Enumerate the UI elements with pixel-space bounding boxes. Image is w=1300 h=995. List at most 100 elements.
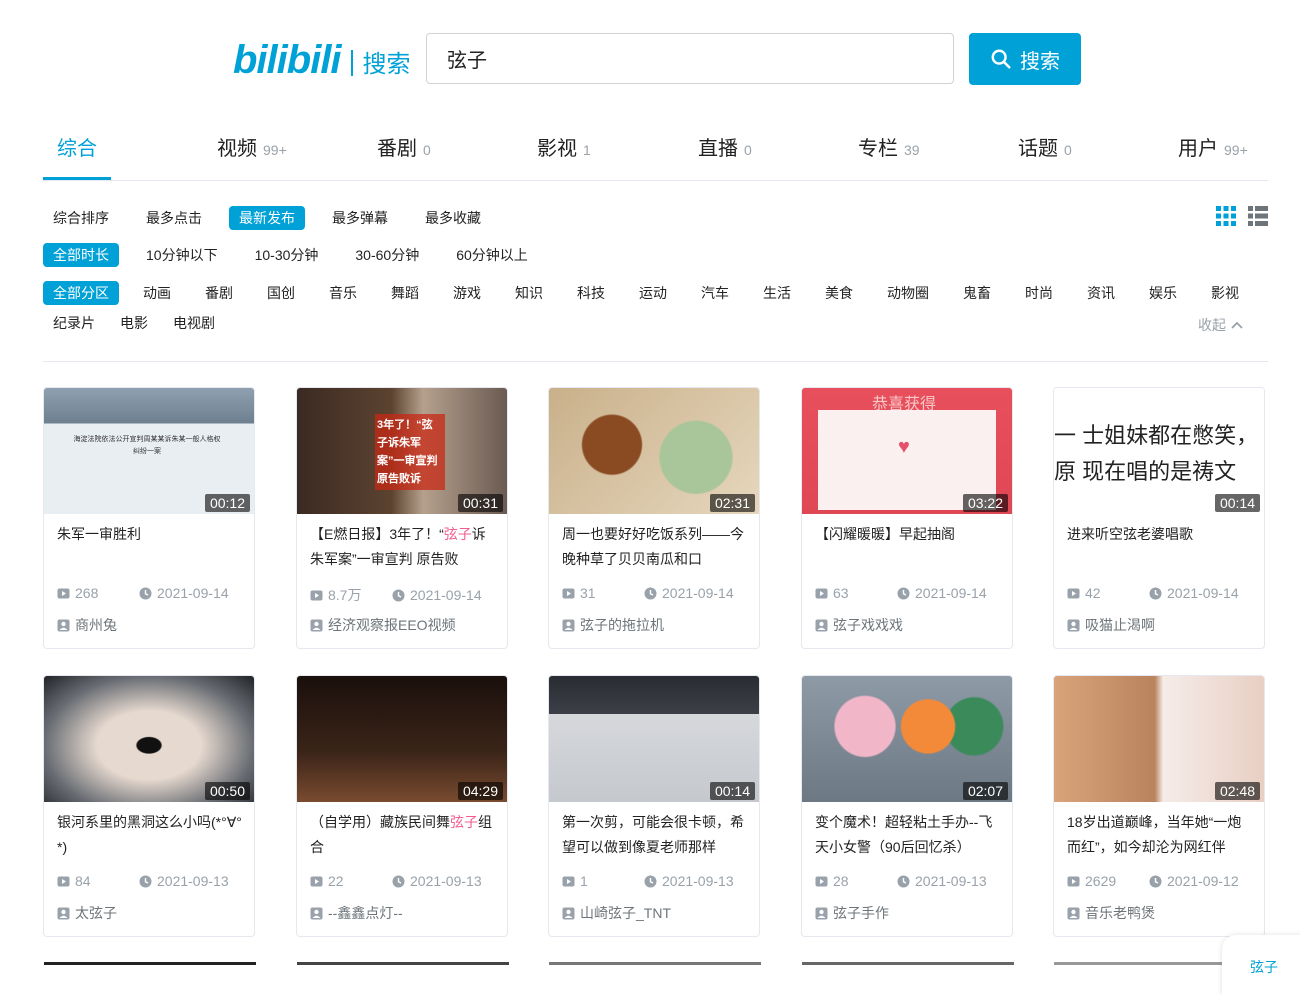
tab-topic[interactable]: 话题 0 (1018, 132, 1072, 161)
sort-option[interactable]: 最多弹幕 (322, 206, 398, 230)
uploader-link[interactable]: --鑫鑫点灯-- (310, 903, 403, 923)
video-card[interactable]: 02:31 周一也要好好吃饭系列——今晚种草了贝贝南瓜和口 31 2021-09-14… (548, 387, 760, 649)
bilibili-logo[interactable]: bilibili 搜索 (233, 40, 411, 80)
video-title[interactable]: 变个魔术！超轻粘土手办--飞天小女警（90后回忆杀） (815, 810, 1001, 860)
uploader-icon (57, 907, 70, 919)
list-view-icon (1248, 206, 1268, 226)
search-button[interactable]: 搜索 (969, 33, 1081, 85)
sort-option[interactable]: 最多收藏 (415, 206, 491, 230)
category-option[interactable]: 音乐 (319, 281, 367, 305)
floating-search-panel[interactable]: 弦子 (1222, 935, 1300, 995)
list-view-button[interactable] (1247, 205, 1269, 227)
video-card[interactable]: 海淀法院依法公开宣判周某某诉朱某一般人格权纠纷一案 00:12 朱军一审胜利 268 2… (43, 387, 255, 649)
play-count-icon (815, 588, 828, 598)
category-option[interactable]: 科技 (567, 281, 615, 305)
category-option[interactable]: 娱乐 (1139, 281, 1187, 305)
tab-all[interactable]: 综合 (57, 132, 97, 161)
video-card[interactable]: 一 士姐妹都在憋笑，原 现在唱的是祷文 00:14 进来听空弦老婆唱歌 42 2021-… (1053, 387, 1265, 649)
video-card[interactable]: 00:14 第一次剪，可能会很卡顿，希望可以做到像夏老师那样 1 2021-09-13… (548, 675, 760, 937)
video-thumbnail[interactable]: 恭喜获得 ♥ 03:22 (802, 388, 1012, 514)
video-title[interactable]: 【闪耀暖暖】早起抽阁 (815, 522, 1001, 547)
video-title[interactable]: 第一次剪，可能会很卡顿，希望可以做到像夏老师那样 (562, 810, 748, 860)
category-option-selected[interactable]: 全部分区 (43, 281, 119, 305)
uploader-link[interactable]: 太弦子 (57, 903, 117, 923)
video-title[interactable]: 进来听空弦老婆唱歌 (1067, 522, 1253, 547)
duration-badge: 03:22 (962, 494, 1008, 512)
uploader-icon (815, 619, 828, 631)
duration-option[interactable]: 30-60分钟 (345, 243, 429, 267)
search-input[interactable] (426, 33, 954, 84)
uploader-link[interactable]: 弦子手作 (815, 903, 889, 923)
category-option[interactable]: 动物圈 (877, 281, 939, 305)
category-option[interactable]: 运动 (629, 281, 677, 305)
upload-date: 2021-09-14 (662, 585, 734, 601)
video-card[interactable]: 02:07 变个魔术！超轻粘土手办--飞天小女警（90后回忆杀） 28 2021-09… (801, 675, 1013, 937)
category-option[interactable]: 电影 (110, 311, 158, 335)
category-option[interactable]: 电视剧 (163, 311, 225, 335)
category-option[interactable]: 国创 (257, 281, 305, 305)
category-option[interactable]: 资讯 (1077, 281, 1125, 305)
video-card[interactable]: 恭喜获得 ♥ 03:22 【闪耀暖暖】早起抽阁 63 2021-09-14 弦子戏戏戏 (801, 387, 1013, 649)
video-title[interactable]: 周一也要好好吃饭系列——今晚种草了贝贝南瓜和口 (562, 522, 748, 572)
uploader-name: 弦子的拖拉机 (580, 617, 664, 633)
video-card[interactable]: 3年了！“弦子诉朱军案”一审宣判 原告败诉 00:31 【E燃日报】3年了！“弦子诉… (296, 387, 508, 649)
uploader-link[interactable]: 音乐老鸭煲 (1067, 903, 1155, 923)
collapse-button[interactable]: 收起 (1198, 315, 1244, 335)
sort-option[interactable]: 综合排序 (43, 206, 119, 230)
video-card[interactable]: 04:29 （自学用）藏族民间舞弦子组合 22 2021-09-13 --鑫鑫点灯-- (296, 675, 508, 937)
uploader-link[interactable]: 经济观察报EEO视频 (310, 615, 456, 635)
category-option[interactable]: 知识 (505, 281, 553, 305)
uploader-link[interactable]: 山崎弦子_TNT (562, 903, 671, 923)
grid-view-button[interactable] (1215, 205, 1237, 227)
category-option[interactable]: 番剧 (195, 281, 243, 305)
video-title-text: 朱军一审胜利 (57, 526, 141, 542)
category-option[interactable]: 动画 (133, 281, 181, 305)
video-card[interactable]: 00:50 银河系里的黑洞这么小吗(*°∀°*) 84 2021-09-13 太弦子 (43, 675, 255, 937)
video-stats: 42 2021-09-14 (1067, 585, 1239, 601)
video-stats: 268 2021-09-14 (57, 585, 229, 601)
tab-article[interactable]: 专栏 39 (858, 132, 920, 161)
uploader-link[interactable]: 吸猫止渴啊 (1067, 615, 1155, 635)
uploader-name: 山崎弦子_TNT (580, 905, 671, 921)
video-title[interactable]: 朱军一审胜利 (57, 522, 243, 547)
video-card[interactable]: 02:48 18岁出道巅峰，当年她“一炮而红”，如今却沦为网红伴 2629 2021-… (1053, 675, 1265, 937)
category-option[interactable]: 生活 (753, 281, 801, 305)
duration-option[interactable]: 10分钟以下 (136, 243, 228, 267)
category-option[interactable]: 美食 (815, 281, 863, 305)
category-option[interactable]: 鬼畜 (953, 281, 1001, 305)
uploader-link[interactable]: 弦子戏戏戏 (815, 615, 903, 635)
video-title[interactable]: 【E燃日报】3年了！“弦子诉朱军案”一审宣判 原告败 (310, 522, 496, 572)
video-title[interactable]: （自学用）藏族民间舞弦子组合 (310, 810, 496, 860)
video-thumbnail[interactable]: 00:50 (44, 676, 254, 802)
video-thumbnail[interactable]: 一 士姐妹都在憋笑，原 现在唱的是祷文 00:14 (1054, 388, 1264, 514)
video-thumbnail[interactable]: 02:48 (1054, 676, 1264, 802)
sort-option-selected[interactable]: 最新发布 (229, 206, 305, 230)
tab-video[interactable]: 视频 99+ (217, 132, 287, 161)
tab-film[interactable]: 影视 1 (537, 132, 591, 161)
tab-count: 99+ (263, 142, 287, 158)
uploader-link[interactable]: 商州兔 (57, 615, 117, 635)
video-thumbnail[interactable]: 3年了！“弦子诉朱军案”一审宣判 原告败诉 00:31 (297, 388, 507, 514)
video-thumbnail[interactable]: 02:07 (802, 676, 1012, 802)
category-option[interactable]: 时尚 (1015, 281, 1063, 305)
uploader-link[interactable]: 弦子的拖拉机 (562, 615, 664, 635)
category-option[interactable]: 舞蹈 (381, 281, 429, 305)
tab-live[interactable]: 直播 0 (698, 132, 752, 161)
video-title[interactable]: 银河系里的黑洞这么小吗(*°∀°*) (57, 810, 243, 860)
category-option[interactable]: 影视 (1201, 281, 1249, 305)
duration-option[interactable]: 60分钟以上 (446, 243, 538, 267)
duration-option-selected[interactable]: 全部时长 (43, 243, 119, 267)
category-option[interactable]: 纪录片 (43, 311, 105, 335)
video-thumbnail[interactable]: 04:29 (297, 676, 507, 802)
video-thumbnail[interactable]: 00:14 (549, 676, 759, 802)
video-thumbnail[interactable]: 海淀法院依法公开宣判周某某诉朱某一般人格权纠纷一案 00:12 (44, 388, 254, 514)
tab-user[interactable]: 用户 99+ (1178, 132, 1248, 161)
tab-bangumi[interactable]: 番剧 0 (377, 132, 431, 161)
video-thumbnail[interactable]: 02:31 (549, 388, 759, 514)
category-option[interactable]: 游戏 (443, 281, 491, 305)
category-option[interactable]: 汽车 (691, 281, 739, 305)
uploader-name: 太弦子 (75, 905, 117, 921)
video-title[interactable]: 18岁出道巅峰，当年她“一炮而红”，如今却沦为网红伴 (1067, 810, 1253, 860)
sort-option[interactable]: 最多点击 (136, 206, 212, 230)
duration-option[interactable]: 10-30分钟 (245, 243, 329, 267)
